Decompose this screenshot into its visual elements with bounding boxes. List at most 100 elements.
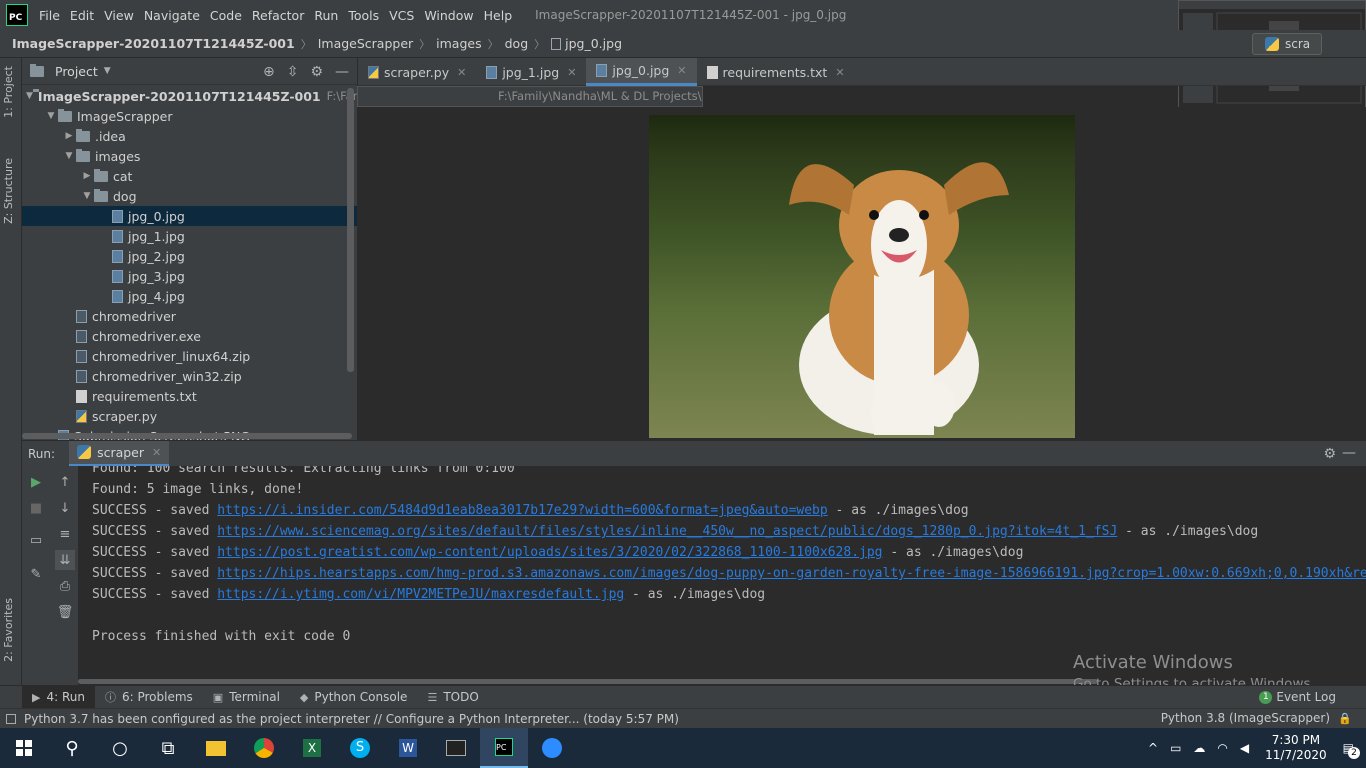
tree-item[interactable]: chromedriver bbox=[22, 306, 357, 326]
menu-item-navigate[interactable]: Navigate bbox=[139, 8, 205, 23]
chevron-down-icon[interactable]: ▼ bbox=[44, 111, 58, 121]
run-tab-scraper[interactable]: scraper ✕ bbox=[69, 440, 170, 467]
terminal-app-icon[interactable] bbox=[432, 728, 480, 768]
chevron-up-icon[interactable]: ^ bbox=[1148, 741, 1158, 755]
pycharm-taskbar-icon[interactable]: PC bbox=[480, 728, 528, 768]
tree-item[interactable]: chromedriver.exe bbox=[22, 326, 357, 346]
file-explorer-icon[interactable] bbox=[192, 728, 240, 768]
project-panel-title[interactable]: Project bbox=[55, 64, 98, 79]
run-configuration-selector[interactable]: scra bbox=[1252, 33, 1322, 55]
favorites-tool-tab[interactable]: 2: Favorites bbox=[2, 598, 15, 662]
menu-item-tools[interactable]: Tools bbox=[343, 8, 384, 23]
editor-tab[interactable]: scraper.py ✕ bbox=[358, 58, 476, 86]
gear-icon[interactable]: ⚙ bbox=[310, 64, 323, 80]
lock-icon[interactable]: 🔒 bbox=[1338, 712, 1352, 725]
breadcrumb-images[interactable]: images bbox=[436, 36, 481, 51]
bottom-tab-pythonconsole[interactable]: ◆ Python Console bbox=[290, 686, 418, 709]
search-icon[interactable]: ⚲ bbox=[48, 728, 96, 768]
tree-item[interactable]: jpg_0.jpg bbox=[22, 206, 357, 226]
menu-item-vcs[interactable]: VCS bbox=[384, 8, 419, 23]
editor-tab[interactable]: jpg_1.jpg ✕ bbox=[476, 58, 586, 86]
bottom-tab-terminal[interactable]: ▣ Terminal bbox=[203, 686, 290, 709]
interpreter-selector[interactable]: Python 3.8 (ImageScrapper) bbox=[1161, 711, 1330, 725]
menu-item-window[interactable]: Window bbox=[419, 8, 478, 23]
chrome-icon[interactable] bbox=[240, 728, 288, 768]
scroll-to-end-icon[interactable]: ⇊ bbox=[55, 550, 75, 570]
menu-item-edit[interactable]: Edit bbox=[65, 8, 99, 23]
tree-item[interactable]: ▶ cat bbox=[22, 166, 357, 186]
console-scrollbar-horizontal[interactable] bbox=[78, 679, 1098, 684]
close-icon[interactable]: ✕ bbox=[677, 64, 686, 77]
locate-icon[interactable]: ⊕ bbox=[263, 64, 275, 80]
breadcrumb-imagescrapper[interactable]: ImageScrapper bbox=[318, 36, 413, 51]
menu-item-view[interactable]: View bbox=[99, 8, 139, 23]
chevron-right-icon[interactable]: ▶ bbox=[62, 131, 76, 141]
console-link[interactable]: https://post.greatist.com/wp-content/upl… bbox=[217, 545, 882, 560]
tree-item[interactable]: jpg_2.jpg bbox=[22, 246, 357, 266]
word-icon[interactable]: W bbox=[384, 728, 432, 768]
rerun-icon[interactable]: ▶ bbox=[26, 472, 46, 492]
bottom-tab-todo[interactable]: ☰ TODO bbox=[417, 686, 488, 709]
breadcrumb-file[interactable]: jpg_0.jpg bbox=[565, 36, 622, 51]
collapse-all-icon[interactable]: ⇳ bbox=[287, 64, 299, 80]
console-link[interactable]: https://i.ytimg.com/vi/MPV2METPeJU/maxre… bbox=[217, 587, 624, 602]
breadcrumb-dog[interactable]: dog bbox=[505, 36, 529, 51]
tree-root[interactable]: ▼ ImageScrapper-20201107T121445Z-001 F:\… bbox=[22, 86, 357, 106]
hide-icon[interactable]: — bbox=[1342, 445, 1356, 461]
chevron-down-icon[interactable]: ▼ bbox=[26, 91, 33, 101]
notification-center-icon[interactable]: ▤ 2 bbox=[1343, 741, 1360, 759]
pin-icon[interactable]: ✎ bbox=[26, 564, 46, 584]
close-icon[interactable]: ✕ bbox=[567, 66, 576, 79]
console-link[interactable]: https://i.insider.com/5484d9d1eab8ea3017… bbox=[217, 503, 827, 518]
windows-start-icon[interactable] bbox=[0, 728, 48, 768]
skype-icon[interactable]: S bbox=[336, 728, 384, 768]
battery-icon[interactable]: ▭ bbox=[1170, 741, 1181, 755]
bottom-tab-problems[interactable]: ⓘ 6: Problems bbox=[95, 686, 203, 709]
tree-item[interactable]: jpg_1.jpg bbox=[22, 226, 357, 246]
tree-item[interactable]: chromedriver_win32.zip bbox=[22, 366, 357, 386]
tree-item[interactable]: ▶ .idea bbox=[22, 126, 357, 146]
chevron-down-icon[interactable]: ▼ bbox=[104, 66, 111, 76]
stop-icon[interactable]: ■ bbox=[26, 498, 46, 518]
tree-item[interactable]: ▼ images bbox=[22, 146, 357, 166]
project-tool-tab[interactable]: 1: Project bbox=[2, 66, 15, 118]
breadcrumb-root[interactable]: ImageScrapper-20201107T121445Z-001 bbox=[12, 36, 295, 51]
console-link[interactable]: https://www.sciencemag.org/sites/default… bbox=[217, 524, 1117, 539]
menu-item-help[interactable]: Help bbox=[479, 8, 518, 23]
arrow-down-icon[interactable]: ↓ bbox=[55, 498, 75, 518]
gear-icon[interactable]: ⚙ bbox=[1323, 446, 1336, 462]
tree-item[interactable]: scraper.py bbox=[22, 406, 357, 426]
menu-item-run[interactable]: Run bbox=[309, 8, 343, 23]
cortana-icon[interactable]: ○ bbox=[96, 728, 144, 768]
volume-icon[interactable]: ◀ bbox=[1240, 741, 1249, 755]
editor-tab[interactable]: requirements.txt ✕ bbox=[697, 58, 855, 86]
tree-item[interactable]: jpg_3.jpg bbox=[22, 266, 357, 286]
hide-icon[interactable]: — bbox=[335, 64, 349, 80]
excel-icon[interactable]: X bbox=[288, 728, 336, 768]
chevron-down-icon[interactable]: ▼ bbox=[62, 151, 76, 161]
editor-tab[interactable]: jpg_0.jpg ✕ bbox=[586, 58, 697, 86]
trash-icon[interactable]: 🗑 bbox=[55, 602, 75, 622]
close-icon[interactable]: ✕ bbox=[152, 446, 161, 459]
menu-item-code[interactable]: Code bbox=[205, 8, 247, 23]
tree-item[interactable]: ▼ ImageScrapper bbox=[22, 106, 357, 126]
tree-item[interactable]: ▼ dog bbox=[22, 186, 357, 206]
tree-item[interactable]: chromedriver_linux64.zip bbox=[22, 346, 357, 366]
toggle-panels-icon[interactable] bbox=[6, 713, 16, 724]
tree-item[interactable]: requirements.txt bbox=[22, 386, 357, 406]
zoom-icon[interactable] bbox=[528, 728, 576, 768]
chevron-down-icon[interactable]: ▼ bbox=[80, 191, 94, 201]
soft-wrap-icon[interactable]: ≡ bbox=[55, 524, 75, 544]
wifi-icon[interactable]: ◠ bbox=[1217, 741, 1227, 755]
bottom-tab-run[interactable]: ▶ 4: Run bbox=[22, 685, 95, 709]
project-scrollbar-horizontal[interactable] bbox=[22, 433, 352, 439]
chevron-right-icon[interactable]: ▶ bbox=[80, 171, 94, 181]
menu-item-refactor[interactable]: Refactor bbox=[247, 8, 309, 23]
close-icon[interactable]: ✕ bbox=[457, 66, 466, 79]
status-message[interactable]: Python 3.7 has been configured as the pr… bbox=[24, 712, 679, 726]
arrow-up-icon[interactable]: ↑ bbox=[55, 472, 75, 492]
tree-item[interactable]: jpg_4.jpg bbox=[22, 286, 357, 306]
network-error-icon[interactable]: ☁ bbox=[1193, 741, 1205, 755]
console-link[interactable]: https://hips.hearstapps.com/hmg-prod.s3.… bbox=[217, 566, 1366, 581]
layout-icon[interactable]: ▭ bbox=[26, 530, 46, 550]
